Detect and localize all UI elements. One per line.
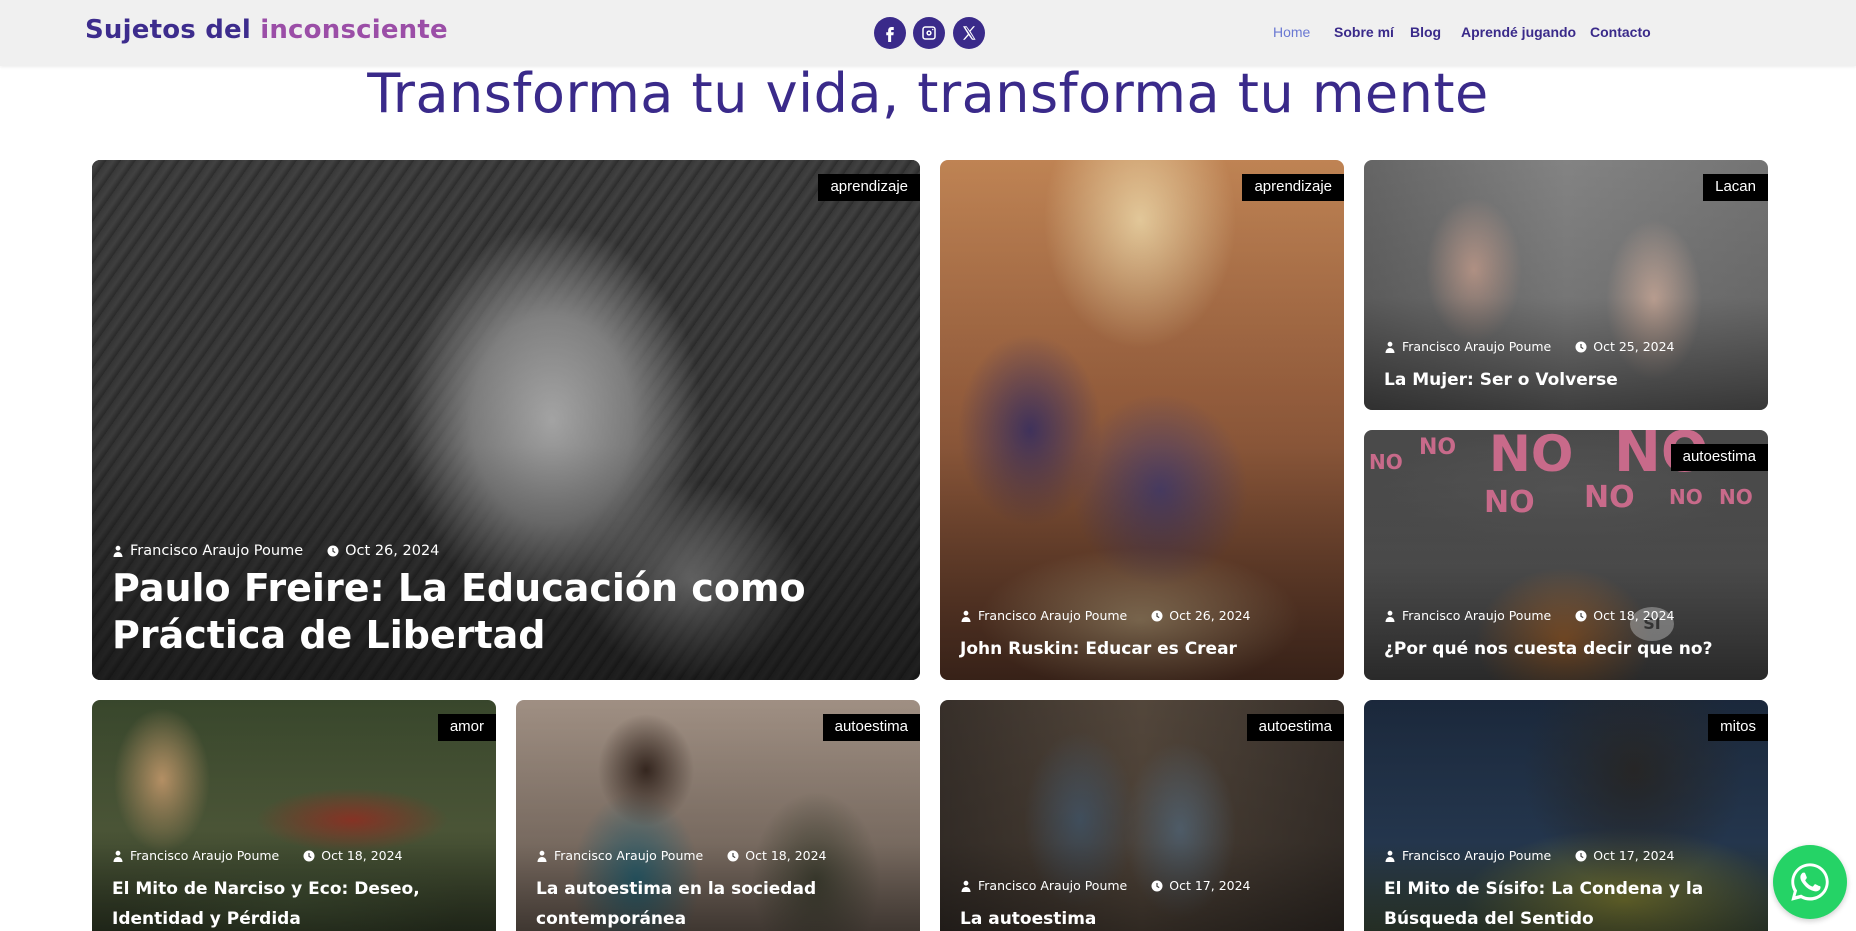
- post-meta: Francisco Araujo Poume Oct 18, 2024: [1384, 608, 1675, 623]
- post-meta: Francisco Araujo Poume Oct 26, 2024: [112, 543, 439, 559]
- post-title[interactable]: La Mujer: Ser o Volverse: [1384, 365, 1750, 395]
- author-icon: [1385, 341, 1395, 353]
- post-card-john-ruskin[interactable]: aprendizaje Francisco Araujo Poume Oct 2…: [940, 160, 1344, 680]
- author-icon: [961, 610, 971, 622]
- post-meta: Francisco Araujo Poume Oct 18, 2024: [536, 848, 827, 863]
- post-image-shade: [940, 160, 1344, 680]
- post-author[interactable]: Francisco Araujo Poume: [1402, 608, 1551, 623]
- post-category-badge[interactable]: autoestima: [822, 714, 920, 741]
- clock-icon: [303, 850, 315, 861]
- clock-icon: [1151, 880, 1163, 891]
- post-title[interactable]: John Ruskin: Educar es Crear: [960, 634, 1326, 664]
- post-date: Oct 17, 2024: [1593, 848, 1675, 863]
- post-card-sisifo[interactable]: mitos Francisco Araujo Poume Oct 17, 202…: [1364, 700, 1768, 931]
- facebook-link[interactable]: [874, 17, 906, 49]
- post-meta: Francisco Araujo Poume Oct 17, 2024: [1384, 848, 1675, 863]
- post-card-decir-que-no[interactable]: NO NO NO NO NO NO NO NO SI autoestima Fr…: [1364, 430, 1768, 680]
- post-meta: Francisco Araujo Poume Oct 18, 2024: [112, 848, 403, 863]
- post-author[interactable]: Francisco Araujo Poume: [554, 848, 703, 863]
- clock-icon: [727, 850, 739, 861]
- post-category-badge[interactable]: autoestima: [1246, 714, 1344, 741]
- clock-icon: [1575, 850, 1587, 861]
- author-icon: [1385, 850, 1395, 862]
- post-card-narciso-eco[interactable]: amor Francisco Araujo Poume Oct 18, 2024…: [92, 700, 496, 931]
- page-headline: Transforma tu vida, transforma tu mente: [367, 62, 1489, 125]
- post-title[interactable]: El Mito de Sísifo: La Condena y la Búsqu…: [1384, 874, 1750, 931]
- post-meta: Francisco Araujo Poume Oct 17, 2024: [960, 878, 1251, 893]
- post-date: Oct 26, 2024: [345, 543, 440, 559]
- post-date: Oct 18, 2024: [321, 848, 403, 863]
- post-author[interactable]: Francisco Araujo Poume: [1402, 848, 1551, 863]
- post-category-badge[interactable]: aprendizaje: [1242, 174, 1344, 201]
- post-date: Oct 25, 2024: [1593, 339, 1675, 354]
- clock-icon: [1575, 341, 1587, 352]
- x-link[interactable]: [953, 17, 985, 49]
- nav-learn[interactable]: Aprendé jugando: [1461, 24, 1576, 40]
- post-meta: Francisco Araujo Poume Oct 26, 2024: [960, 608, 1251, 623]
- nav-blog[interactable]: Blog: [1410, 24, 1441, 40]
- post-date: Oct 26, 2024: [1169, 608, 1251, 623]
- nav-home[interactable]: Home: [1273, 24, 1310, 40]
- post-meta: Francisco Araujo Poume Oct 25, 2024: [1384, 339, 1675, 354]
- post-card-paulo-freire[interactable]: aprendizaje Francisco Araujo Poume Oct 2…: [92, 160, 920, 680]
- author-icon: [113, 545, 123, 557]
- post-card-la-mujer[interactable]: Lacan Francisco Araujo Poume Oct 25, 202…: [1364, 160, 1768, 410]
- instagram-link[interactable]: [913, 17, 945, 49]
- post-category-badge[interactable]: autoestima: [1670, 444, 1768, 471]
- post-category-badge[interactable]: Lacan: [1703, 174, 1768, 201]
- post-title[interactable]: ¿Por qué nos cuesta decir que no?: [1384, 634, 1750, 664]
- whatsapp-icon: [1791, 863, 1829, 901]
- post-category-badge[interactable]: amor: [437, 714, 496, 741]
- nav-about[interactable]: Sobre mí: [1334, 24, 1394, 40]
- post-date: Oct 18, 2024: [745, 848, 827, 863]
- clock-icon: [327, 545, 339, 557]
- post-card-autoestima-sociedad[interactable]: autoestima Francisco Araujo Poume Oct 18…: [516, 700, 920, 931]
- author-icon: [1385, 610, 1395, 622]
- facebook-icon: [886, 27, 894, 42]
- post-date: Oct 18, 2024: [1593, 608, 1675, 623]
- nav-contact[interactable]: Contacto: [1590, 24, 1651, 40]
- x-icon: [963, 26, 976, 40]
- author-icon: [537, 850, 547, 862]
- post-title[interactable]: La autoestima: [960, 904, 1326, 931]
- clock-icon: [1575, 610, 1587, 621]
- instagram-icon: [922, 26, 936, 40]
- post-category-badge[interactable]: mitos: [1708, 714, 1768, 741]
- clock-icon: [1151, 610, 1163, 621]
- author-icon: [961, 880, 971, 892]
- post-title[interactable]: Paulo Freire: La Educación como Práctica…: [112, 565, 902, 659]
- whatsapp-button[interactable]: [1773, 845, 1847, 919]
- post-author[interactable]: Francisco Araujo Poume: [130, 848, 279, 863]
- post-author[interactable]: Francisco Araujo Poume: [1402, 339, 1551, 354]
- logo-text-accent: inconsciente: [260, 15, 448, 45]
- post-title[interactable]: El Mito de Narciso y Eco: Deseo, Identid…: [112, 874, 478, 931]
- author-icon: [113, 850, 123, 862]
- post-category-badge[interactable]: aprendizaje: [818, 174, 920, 201]
- post-date: Oct 17, 2024: [1169, 878, 1251, 893]
- site-header: Sujetos del inconsciente Home Sobre mí B…: [0, 0, 1856, 66]
- post-card-la-autoestima[interactable]: autoestima Francisco Araujo Poume Oct 17…: [940, 700, 1344, 931]
- logo-text-primary: Sujetos del: [85, 15, 251, 45]
- post-author[interactable]: Francisco Araujo Poume: [978, 878, 1127, 893]
- site-logo[interactable]: Sujetos del inconsciente: [85, 15, 448, 45]
- post-author[interactable]: Francisco Araujo Poume: [130, 543, 303, 559]
- post-title[interactable]: La autoestima en la sociedad contemporán…: [536, 874, 902, 931]
- post-author[interactable]: Francisco Araujo Poume: [978, 608, 1127, 623]
